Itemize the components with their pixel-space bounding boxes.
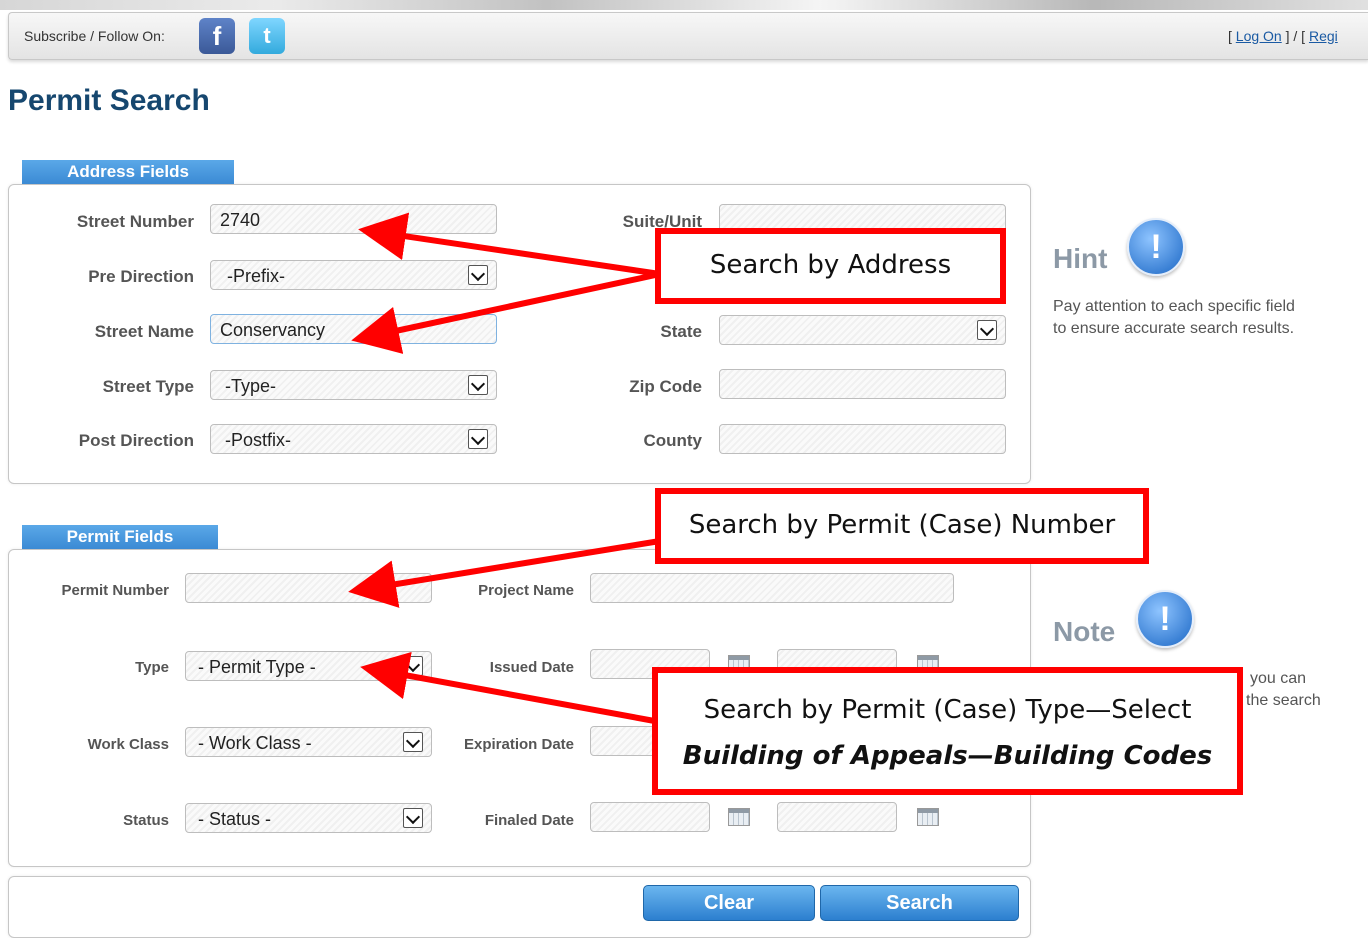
arrow-to-permit-type [360,651,661,725]
callout-search-by-permit-type: Search by Permit (Case) Type—Select Buil… [652,667,1243,795]
callout-search-by-permit-number: Search by Permit (Case) Number [655,488,1149,564]
arrow-to-street-number [358,212,661,277]
arrow-to-permit-number [348,538,661,608]
callout-search-by-address: Search by Address [655,228,1006,304]
arrow-to-street-name [351,271,661,354]
